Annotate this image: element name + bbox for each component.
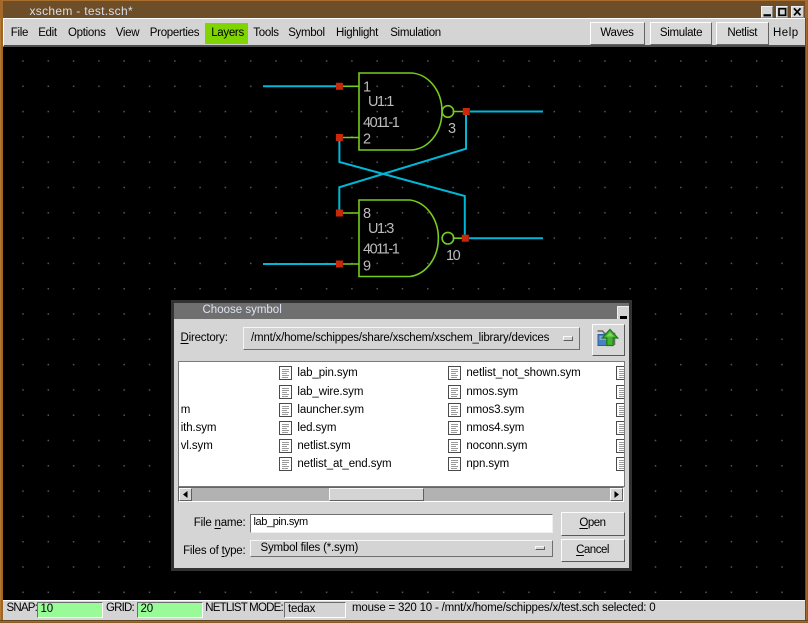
svg-text:10: 10 <box>446 248 461 264</box>
svg-text:U1:1: U1:1 <box>368 94 394 110</box>
svg-text:4011-1: 4011-1 <box>363 115 400 131</box>
svg-text:4011-1: 4011-1 <box>363 242 400 258</box>
svg-text:U1:3: U1:3 <box>368 221 394 237</box>
